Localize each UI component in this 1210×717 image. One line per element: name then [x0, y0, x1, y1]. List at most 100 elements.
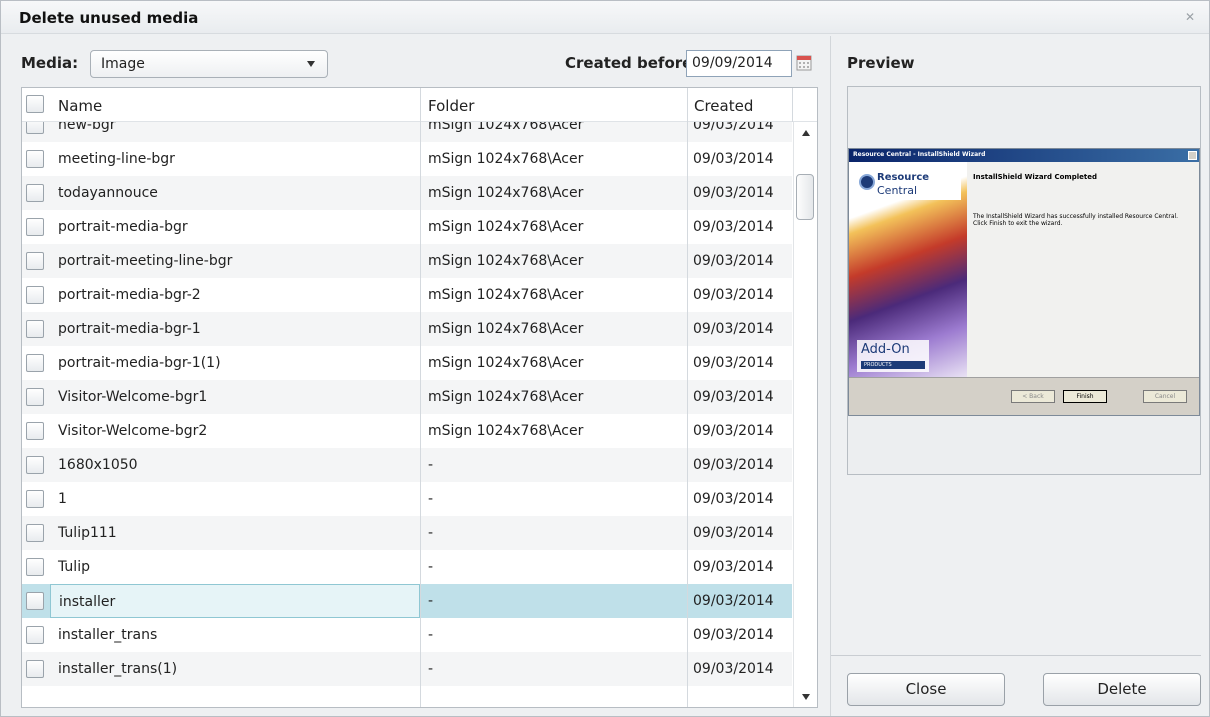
name-cell: Visitor-Welcome-bgr1 [50, 380, 420, 414]
table-row[interactable]: portrait-media-bgr mSign 1024x768\Acer 09/… [22, 210, 792, 244]
created-before-label: Created before: [565, 54, 699, 72]
row-folder: mSign 1024x768\Acer [428, 423, 584, 439]
row-name: 1 [58, 491, 67, 507]
row-checkbox[interactable] [26, 422, 44, 440]
row-checkbox[interactable] [26, 218, 44, 236]
column-header-name[interactable]: Name [58, 97, 102, 115]
row-folder: - [428, 559, 434, 575]
table-row[interactable]: installer_trans(1) - 09/03/2014 [22, 652, 792, 686]
row-folder: mSign 1024x768\Acer [428, 151, 584, 167]
row-name: portrait-meeting-line-bgr [58, 253, 233, 269]
preview-panel: Resource Central - InstallShield Wizard … [847, 86, 1201, 475]
table-row[interactable]: portrait-media-bgr-1(1) mSign 1024x768\Ac… [22, 346, 792, 380]
close-icon[interactable]: ✕ [1183, 10, 1197, 24]
table-row[interactable]: todayannouce mSign 1024x768\Acer 09/03/201… [22, 176, 792, 210]
table-row[interactable]: Tulip111 - 09/03/2014 [22, 516, 792, 550]
row-created: 09/03/2014 [693, 491, 774, 507]
row-name: meeting-line-bgr [58, 151, 175, 167]
media-type-select[interactable]: Image [90, 50, 328, 78]
preview-label: Preview [847, 54, 915, 72]
row-name: portrait-media-bgr-1(1) [58, 355, 221, 371]
column-divider [420, 88, 421, 707]
name-cell: 1 [50, 482, 420, 516]
name-cell: Tulip111 [50, 516, 420, 550]
row-created: 09/03/2014 [693, 661, 774, 677]
row-checkbox[interactable] [26, 524, 44, 542]
row-created: 09/03/2014 [693, 253, 774, 269]
table-row[interactable]: Tulip - 09/03/2014 [22, 550, 792, 584]
preview-image: Resource Central - InstallShield Wizard … [848, 148, 1200, 416]
vertical-scrollbar[interactable] [793, 122, 817, 707]
table-row[interactable]: new-bgr mSign 1024x768\Acer 09/03/2014 [22, 122, 792, 142]
action-separator [831, 655, 1201, 656]
delete-unused-media-dialog: Delete unused media ✕ Media: Image Creat… [0, 0, 1210, 717]
row-folder: mSign 1024x768\Acer [428, 219, 584, 235]
preview-close-icon [1188, 151, 1197, 160]
row-checkbox[interactable] [26, 122, 44, 134]
select-all-checkbox[interactable] [26, 95, 44, 113]
row-checkbox[interactable] [26, 354, 44, 372]
addon-products-logo: Add-On PRODUCTS [857, 340, 929, 372]
row-checkbox[interactable] [26, 660, 44, 678]
row-name: todayannouce [58, 185, 158, 201]
name-cell: portrait-media-bgr-1 [50, 312, 420, 346]
row-name: Visitor-Welcome-bgr1 [58, 389, 208, 405]
preview-back-button: < Back [1011, 390, 1055, 403]
row-checkbox[interactable] [26, 286, 44, 304]
media-grid: Name Folder Created new-bgr mSign 1024x76… [21, 87, 818, 708]
row-checkbox[interactable] [26, 490, 44, 508]
row-created: 09/03/2014 [693, 185, 774, 201]
table-row[interactable]: installer - 09/03/2014 [22, 584, 792, 618]
scroll-down-arrow-icon[interactable] [802, 694, 810, 700]
close-button[interactable]: Close [847, 673, 1005, 706]
table-row[interactable]: installer_trans - 09/03/2014 [22, 618, 792, 652]
row-checkbox[interactable] [26, 150, 44, 168]
row-name: Visitor-Welcome-bgr2 [58, 423, 208, 439]
row-folder: mSign 1024x768\Acer [428, 389, 584, 405]
row-checkbox[interactable] [26, 320, 44, 338]
row-created: 09/03/2014 [693, 389, 774, 405]
row-folder: mSign 1024x768\Acer [428, 321, 584, 337]
row-created: 09/03/2014 [693, 321, 774, 337]
column-header-created[interactable]: Created [694, 97, 753, 115]
table-row[interactable]: 1 - 09/03/2014 [22, 482, 792, 516]
row-checkbox[interactable] [26, 388, 44, 406]
table-row[interactable]: Visitor-Welcome-bgr2 mSign 1024x768\Acer 0… [22, 414, 792, 448]
column-header-folder[interactable]: Folder [428, 97, 474, 115]
row-created: 09/03/2014 [693, 457, 774, 473]
table-row[interactable]: portrait-media-bgr-2 mSign 1024x768\Acer 0… [22, 278, 792, 312]
table-row[interactable]: meeting-line-bgr mSign 1024x768\Acer 09/03… [22, 142, 792, 176]
delete-button[interactable]: Delete [1043, 673, 1201, 706]
row-checkbox[interactable] [26, 592, 44, 610]
table-row[interactable]: Visitor-Welcome-bgr1 mSign 1024x768\Acer 0… [22, 380, 792, 414]
table-row[interactable]: 1680x1050 - 09/03/2014 [22, 448, 792, 482]
resource-central-logo: Resource Central [853, 166, 961, 200]
title-bar: Delete unused media ✕ [1, 1, 1209, 34]
row-created: 09/03/2014 [693, 122, 774, 133]
row-folder: - [428, 491, 434, 507]
name-cell: installer_trans [50, 618, 420, 652]
calendar-icon[interactable] [796, 55, 812, 71]
name-cell: portrait-media-bgr-1(1) [50, 346, 420, 380]
addon-sub: PRODUCTS [861, 361, 925, 369]
row-checkbox[interactable] [26, 558, 44, 576]
scroll-up-arrow-icon[interactable] [802, 130, 810, 136]
row-name: installer_trans(1) [58, 661, 178, 677]
row-folder: mSign 1024x768\Acer [428, 185, 584, 201]
scrollbar-thumb[interactable] [796, 174, 814, 220]
row-checkbox[interactable] [26, 456, 44, 474]
row-checkbox[interactable] [26, 626, 44, 644]
name-cell: portrait-media-bgr [50, 210, 420, 244]
row-name: portrait-media-bgr-2 [58, 287, 201, 303]
table-row[interactable]: portrait-media-bgr-1 mSign 1024x768\Acer 0… [22, 312, 792, 346]
name-cell: portrait-media-bgr-2 [50, 278, 420, 312]
table-row[interactable]: portrait-meeting-line-bgr mSign 1024x768\… [22, 244, 792, 278]
row-checkbox[interactable] [26, 184, 44, 202]
created-before-date-input[interactable]: 09/09/2014 [686, 50, 792, 77]
name-cell: Visitor-Welcome-bgr2 [50, 414, 420, 448]
preview-cancel-button: Cancel [1143, 390, 1187, 403]
logo-badge-icon [859, 174, 875, 190]
row-name: portrait-media-bgr-1 [58, 321, 201, 337]
row-checkbox[interactable] [26, 252, 44, 270]
row-folder: mSign 1024x768\Acer [428, 287, 584, 303]
